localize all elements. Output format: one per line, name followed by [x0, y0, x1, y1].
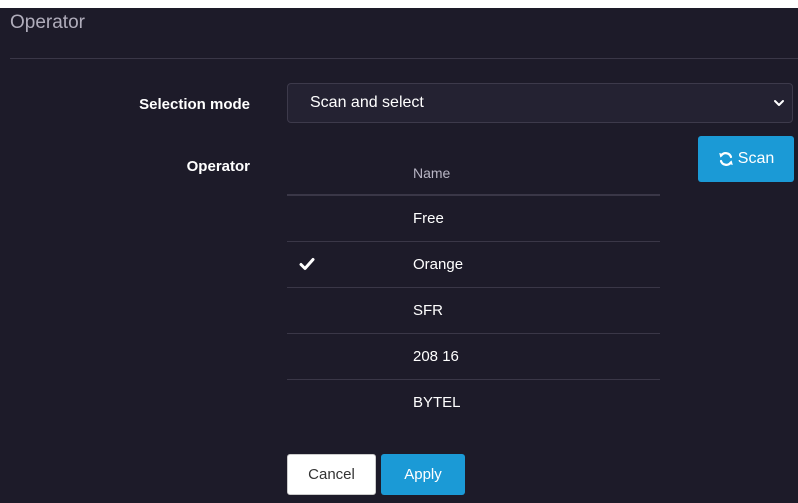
operator-table: Name Free Orange SFR 208 16 BYTEL — [287, 148, 660, 426]
chevron-down-icon — [774, 100, 784, 106]
selection-mode-value: Scan and select — [310, 94, 424, 111]
operator-label: Operator — [186, 158, 250, 175]
scan-button[interactable]: Scan — [698, 136, 794, 182]
table-body: Free Orange SFR 208 16 BYTEL — [287, 196, 660, 426]
panel-title: Operator — [10, 12, 85, 33]
selection-mode-select[interactable]: Scan and select — [287, 83, 793, 123]
selection-mode-label: Selection mode — [139, 96, 250, 113]
operator-row[interactable]: BYTEL — [287, 380, 660, 426]
operator-row[interactable]: SFR — [287, 288, 660, 334]
operator-name: Free — [413, 210, 444, 227]
table-header: Name — [287, 148, 660, 196]
scan-button-label: Scan — [737, 150, 775, 167]
column-header-name: Name — [413, 165, 451, 181]
operator-name: Orange — [413, 256, 464, 273]
operator-row[interactable]: Free — [287, 196, 660, 242]
apply-button[interactable]: Apply — [381, 454, 465, 495]
operator-row[interactable]: 208 16 — [287, 334, 660, 380]
checkmark-icon — [299, 258, 315, 270]
title-divider — [10, 58, 798, 59]
operator-row[interactable]: Orange — [287, 242, 660, 288]
operator-name: 208 16 — [413, 348, 459, 365]
operator-name: SFR — [413, 302, 443, 319]
refresh-icon — [718, 152, 733, 166]
cancel-button[interactable]: Cancel — [287, 454, 376, 495]
operator-name: BYTEL — [413, 394, 461, 411]
operator-panel: Operator Selection mode Scan and select … — [0, 8, 798, 503]
